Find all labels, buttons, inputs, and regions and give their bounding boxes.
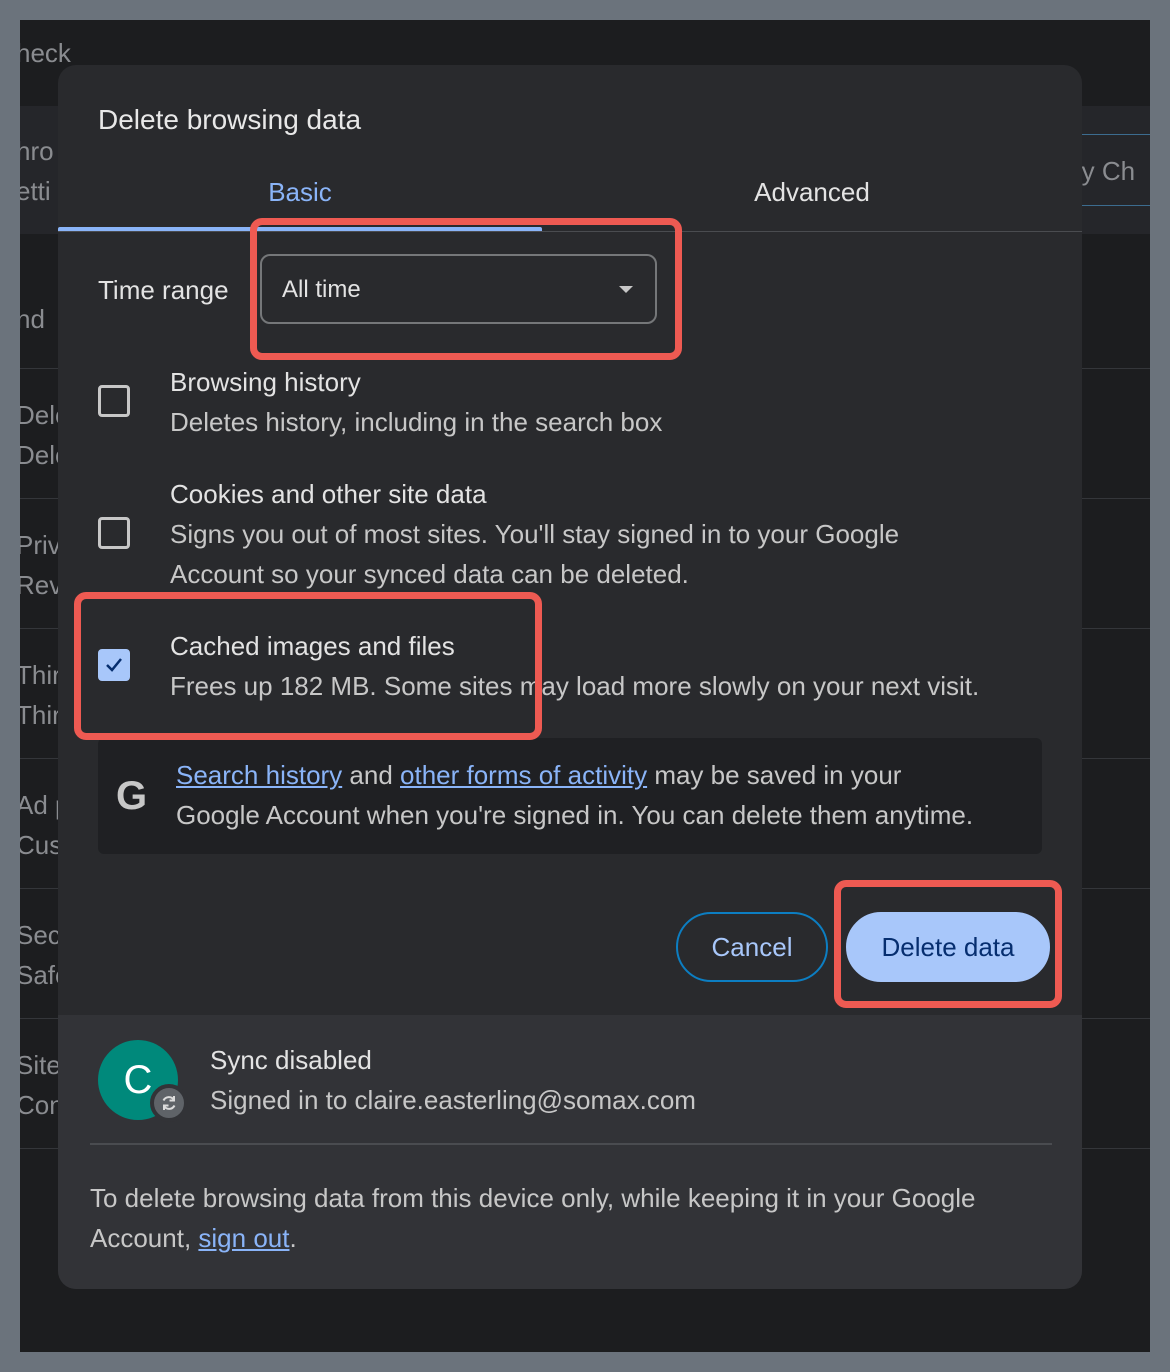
info-text: may be saved in your	[647, 760, 902, 790]
bg-text: Thir	[20, 700, 61, 730]
bg-text: heck	[20, 38, 71, 68]
sync-arrows-icon	[162, 1096, 176, 1110]
bg-text: Thir	[20, 660, 61, 690]
google-account-info-box: G Search history and other forms of acti…	[98, 738, 1042, 854]
footer-divider	[90, 1143, 1052, 1145]
delete-browsing-data-dialog: Delete browsing data Basic Advanced Time…	[58, 65, 1082, 1289]
bg-text: Sec	[20, 920, 61, 950]
info-text: and	[342, 760, 401, 790]
sync-icon	[150, 1084, 188, 1122]
time-range-value: All time	[282, 276, 361, 303]
tab-divider	[58, 231, 1082, 232]
account-footer: C Sync disabled Signed in to claire.east…	[58, 1015, 1082, 1289]
tab-basic[interactable]: Basic	[58, 164, 542, 230]
bg-text: Site	[20, 1050, 61, 1080]
dialog-title: Delete browsing data	[98, 104, 362, 135]
sync-status: Sync disabled	[210, 1045, 372, 1075]
bg-text: Rev	[20, 570, 63, 600]
info-line-2: Google Account when you're signed in. Yo…	[176, 800, 974, 830]
search-history-link[interactable]: Search history	[176, 760, 342, 790]
checkmark-icon	[106, 658, 122, 672]
note-text: .	[289, 1223, 297, 1253]
time-range-label: Time range	[98, 275, 229, 305]
browsing-history-description: Deletes history, including in the search…	[170, 407, 663, 437]
tab-advanced[interactable]: Advanced	[542, 164, 1082, 230]
info-line-1: Search history and other forms of activi…	[176, 760, 901, 791]
cancel-button[interactable]: Cancel	[676, 912, 828, 982]
tab-bar: Basic Advanced	[58, 164, 1082, 232]
bg-text: Cus	[20, 830, 63, 860]
cookies-description: Account so your synced data can be delet…	[170, 559, 689, 589]
google-g-icon: G	[116, 774, 148, 818]
cached-images-title: Cached images and files	[170, 631, 455, 661]
cached-images-description: Frees up 182 MB. Some sites may load mor…	[170, 671, 980, 701]
sign-out-note-line-2: Account, sign out.	[90, 1223, 297, 1254]
browsing-history-title: Browsing history	[170, 367, 361, 397]
time-range-select[interactable]: All time	[260, 254, 657, 324]
bg-text: Priv	[20, 530, 61, 560]
cookies-description: Signs you out of most sites. You'll stay…	[170, 519, 900, 549]
cookies-checkbox[interactable]	[98, 517, 130, 549]
dropdown-arrow-icon	[619, 286, 633, 293]
cookies-title: Cookies and other site data	[170, 479, 487, 509]
cached-images-checkbox[interactable]	[98, 649, 130, 681]
other-activity-link[interactable]: other forms of activity	[400, 760, 647, 790]
signed-in-account: Signed in to claire.easterling@somax.com	[210, 1085, 696, 1115]
note-text: Account,	[90, 1223, 199, 1253]
browsing-history-checkbox[interactable]	[98, 385, 130, 417]
sign-out-link[interactable]: sign out	[198, 1223, 289, 1253]
bg-text: etti	[20, 176, 51, 206]
sign-out-note-line-1: To delete browsing data from this device…	[90, 1183, 976, 1213]
bg-text: nd	[20, 304, 45, 334]
delete-data-button[interactable]: Delete data	[846, 912, 1050, 982]
bg-text: hro	[20, 136, 54, 166]
